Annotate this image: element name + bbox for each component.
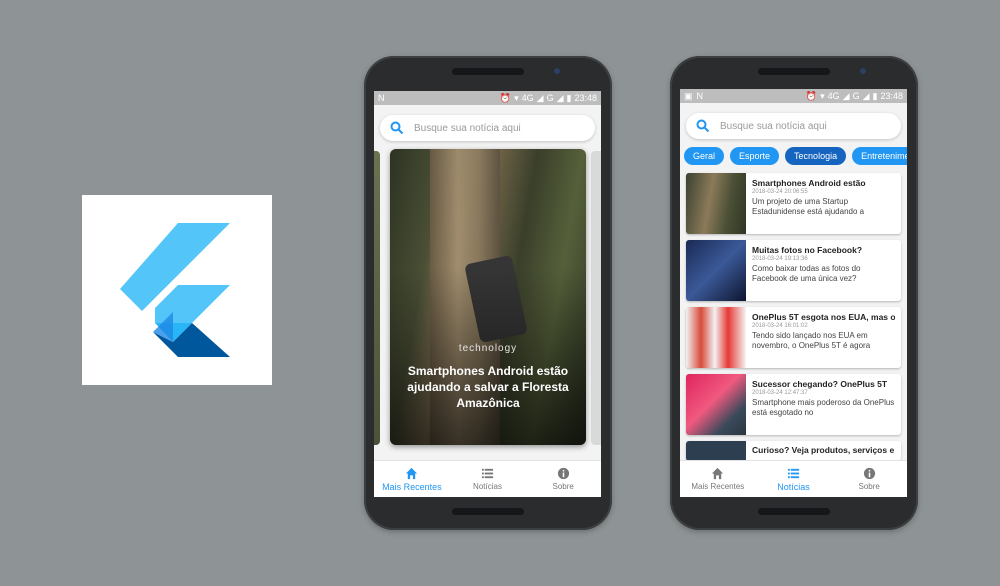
wifi-icon: ▾ (514, 92, 519, 103)
news-description: Tendo sido lançado nos EUA em novembro, … (752, 331, 871, 350)
list-item[interactable]: Muitas fotos no Facebook? 2018-03-24 19:… (686, 240, 901, 301)
nav-sobre[interactable]: Sobre (525, 461, 601, 497)
news-thumbnail (686, 173, 746, 234)
signal-icon: ◢ (556, 92, 564, 103)
nav-noticias[interactable]: Notícias (756, 461, 832, 497)
news-title: Sucessor chegando? OnePlus 5T (752, 379, 888, 389)
list-item[interactable]: Sucessor chegando? OnePlus 5T 2018-03-24… (686, 374, 901, 435)
news-list: Smartphones Android estão 2018-03-24 20:… (680, 173, 907, 461)
bottom-navigation: Mais Recentes Notícias Sobre (374, 460, 601, 497)
chip-geral[interactable]: Geral (684, 147, 725, 165)
info-icon (863, 467, 875, 480)
clock: 23:48 (880, 91, 903, 101)
screen: ▣ N ⏰ ▾ 4G ◢ G ◢ ▮ 23:48 Geral Esp (680, 89, 907, 497)
search-bar[interactable] (380, 115, 595, 141)
next-card-peek[interactable] (591, 151, 601, 445)
image-icon: ▣ (684, 90, 693, 101)
notification-n-icon: N (696, 90, 704, 101)
phone-noticias: ▣ N ⏰ ▾ 4G ◢ G ◢ ▮ 23:48 Geral Esp (670, 56, 918, 530)
alarm-icon: ⏰ (499, 92, 512, 103)
news-date: 2018-03-24 20:06:55 (752, 189, 808, 195)
speaker (452, 68, 524, 75)
news-thumbnail (686, 240, 746, 301)
news-date: 2018-03-24 16:01:02 (752, 323, 808, 329)
news-title: OnePlus 5T esgota nos EUA, mas o (752, 312, 895, 322)
wifi-icon: ▾ (820, 90, 825, 101)
chip-esporte[interactable]: Esporte (730, 147, 780, 165)
nav-label: Notícias (777, 481, 810, 492)
news-title: Curioso? Veja produtos, serviços e (752, 445, 895, 455)
status-bar: N ⏰ ▾ 4G ◢ G ◢ ▮ 23:48 (374, 91, 601, 105)
news-date: 2018-03-24 12:47:37 (752, 390, 808, 396)
flutter-logo-icon (120, 223, 230, 357)
bottom-navigation: Mais Recentes Notícias Sobre (680, 460, 907, 497)
search-input[interactable] (718, 119, 892, 133)
nav-label: Sobre (552, 482, 574, 491)
notification-n-icon: N (378, 92, 385, 103)
speaker (758, 68, 830, 75)
search-input[interactable] (412, 121, 586, 135)
signal-icon: ◢ (842, 90, 850, 101)
list-item[interactable]: OnePlus 5T esgota nos EUA, mas o 2018-03… (686, 307, 901, 368)
news-description: Smartphone mais poderoso da OnePlus está… (752, 398, 895, 417)
signal-icon: ◢ (536, 92, 544, 103)
battery-icon: ▮ (872, 90, 878, 101)
card-category: technology (458, 343, 518, 354)
nav-sobre[interactable]: Sobre (831, 461, 907, 497)
news-description: Um projeto de uma Startup Estadunidense … (752, 197, 865, 216)
chip-entretenimento[interactable]: Entreteniment (852, 147, 907, 165)
news-thumbnail (686, 374, 746, 435)
featured-news-card[interactable]: technology Smartphones Android estão aju… (390, 149, 586, 445)
list-item[interactable]: Curioso? Veja produtos, serviços e (686, 441, 901, 461)
card-title: Smartphones Android estão ajudando a sal… (407, 364, 569, 410)
camera (860, 68, 866, 74)
speaker (758, 508, 830, 515)
status-bar: ▣ N ⏰ ▾ 4G ◢ G ◢ ▮ 23:48 (680, 89, 907, 103)
camera (554, 68, 560, 74)
nav-noticias[interactable]: Notícias (450, 461, 526, 497)
news-thumbnail (686, 307, 746, 368)
nav-label: Mais Recentes (691, 482, 745, 491)
nav-label: Notícias (473, 482, 502, 491)
clock: 23:48 (574, 93, 597, 103)
info-icon (557, 467, 569, 480)
news-thumbnail (686, 441, 746, 461)
flutter-logo (82, 195, 272, 385)
previous-card-peek[interactable] (374, 151, 380, 445)
nav-label: Sobre (858, 482, 880, 491)
news-title: Smartphones Android estão (752, 178, 866, 188)
news-carousel[interactable]: technology Smartphones Android estão aju… (374, 149, 601, 449)
home-icon (406, 467, 418, 479)
list-icon (787, 468, 800, 478)
search-bar[interactable] (686, 113, 901, 139)
nav-mais-recentes[interactable]: Mais Recentes (374, 461, 450, 497)
nav-label: Mais Recentes (382, 481, 442, 492)
signal-icon: ◢ (862, 90, 870, 101)
carrier-label: G (852, 91, 860, 101)
screen: N ⏰ ▾ 4G ◢ G ◢ ▮ 23:48 Busque sua notíci… (374, 91, 601, 497)
speaker (452, 508, 524, 515)
list-item[interactable]: Smartphones Android estão 2018-03-24 20:… (686, 173, 901, 234)
search-icon (390, 121, 404, 135)
list-icon (481, 468, 494, 479)
chip-tecnologia[interactable]: Tecnologia (785, 147, 847, 165)
news-title: Muitas fotos no Facebook? (752, 245, 863, 255)
category-chips: Geral Esporte Tecnologia Entreteniment (684, 147, 907, 165)
network-label: 4G (827, 91, 840, 101)
carrier-label: G (546, 93, 554, 103)
phone-recentes: N ⏰ ▾ 4G ◢ G ◢ ▮ 23:48 Busque sua notíci… (364, 56, 612, 530)
search-icon (696, 119, 710, 133)
alarm-icon: ⏰ (805, 90, 818, 101)
network-label: 4G (521, 93, 534, 103)
battery-icon: ▮ (566, 92, 572, 103)
news-description: Como baixar todas as fotos do Facebook d… (752, 264, 861, 283)
home-icon (712, 467, 724, 480)
nav-mais-recentes[interactable]: Mais Recentes (680, 461, 756, 497)
news-date: 2018-03-24 19:13:36 (752, 256, 808, 262)
